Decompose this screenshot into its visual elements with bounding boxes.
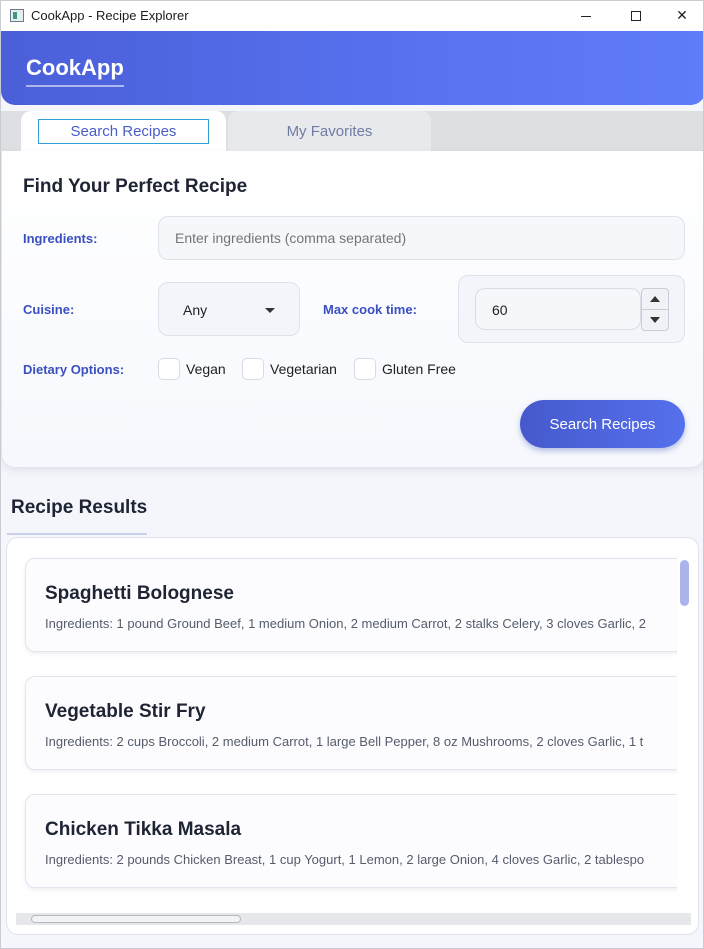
search-recipes-button[interactable]: Search Recipes	[520, 400, 685, 448]
max-cook-time-spinner: 60	[458, 275, 685, 343]
max-cook-time-label: Max cook time:	[323, 302, 417, 317]
ingredients-field[interactable]	[158, 216, 685, 260]
ingredients-input[interactable]	[175, 230, 665, 246]
cuisine-selected-value: Any	[183, 302, 208, 318]
max-cook-time-input[interactable]: 60	[475, 288, 641, 330]
recipe-ingredients: Ingredients: 2 pounds Chicken Breast, 1 …	[45, 852, 645, 867]
checkbox-box[interactable]	[158, 358, 180, 380]
minimize-button[interactable]	[563, 1, 609, 31]
increment-button[interactable]	[641, 288, 669, 310]
recipe-title: Vegetable Stir Fry	[45, 701, 206, 722]
checkbox-label: Vegan	[186, 361, 226, 377]
maximize-button[interactable]	[613, 1, 659, 31]
decrement-button[interactable]	[641, 309, 669, 331]
recipe-ingredients: Ingredients: 1 pound Ground Beef, 1 medi…	[45, 616, 646, 631]
cuisine-label: Cuisine:	[23, 302, 75, 317]
checkbox-gluten-free[interactable]: Gluten Free	[354, 358, 456, 380]
tab-search-recipes[interactable]: Search Recipes	[21, 111, 226, 151]
minimize-icon	[581, 15, 591, 17]
recipe-card[interactable]: Vegetable Stir Fry Ingredients: 2 cups B…	[25, 676, 677, 770]
checkbox-label: Vegetarian	[270, 361, 337, 377]
checkbox-label: Gluten Free	[382, 361, 456, 377]
arrow-down-icon	[650, 317, 660, 323]
dietary-options-label: Dietary Options:	[23, 362, 125, 377]
recipe-card[interactable]: Chicken Tikka Masala Ingredients: 2 poun…	[25, 794, 677, 888]
tab-bar: Search Recipes My Favorites	[1, 111, 703, 151]
arrow-up-icon	[650, 296, 660, 302]
max-cook-time-value: 60	[492, 302, 508, 318]
app-window: CookApp - Recipe Explorer ✕ CookApp Sear…	[0, 0, 704, 949]
vertical-scrollbar[interactable]	[678, 558, 690, 913]
search-panel: Find Your Perfect Recipe Ingredients: Cu…	[1, 151, 703, 468]
horizontal-scrollbar[interactable]	[16, 913, 691, 925]
tab-my-favorites[interactable]: My Favorites	[228, 111, 431, 151]
title-bar[interactable]: CookApp - Recipe Explorer ✕	[1, 1, 703, 31]
app-header: CookApp	[1, 31, 703, 105]
chevron-down-icon	[265, 308, 275, 313]
checkbox-vegetarian[interactable]: Vegetarian	[242, 358, 337, 380]
maximize-icon	[631, 11, 641, 21]
recipe-title: Spaghetti Bolognese	[45, 583, 234, 604]
recipe-card[interactable]: Spaghetti Bolognese Ingredients: 1 pound…	[25, 558, 677, 652]
close-button[interactable]: ✕	[659, 1, 703, 31]
search-heading: Find Your Perfect Recipe	[23, 176, 248, 197]
recipe-title: Chicken Tikka Masala	[45, 819, 242, 840]
results-viewport: Spaghetti Bolognese Ingredients: 1 pound…	[7, 538, 677, 913]
results-heading-underline	[7, 533, 147, 535]
results-list[interactable]: Spaghetti Bolognese Ingredients: 1 pound…	[6, 537, 699, 935]
recipe-ingredients: Ingredients: 2 cups Broccoli, 2 medium C…	[45, 734, 644, 749]
brand-logo: CookApp	[26, 55, 124, 87]
cuisine-dropdown[interactable]: Any	[158, 282, 300, 336]
window-title: CookApp - Recipe Explorer	[31, 8, 189, 23]
checkbox-box[interactable]	[354, 358, 376, 380]
vertical-scrollbar-thumb[interactable]	[680, 560, 689, 606]
results-heading: Recipe Results	[11, 497, 148, 518]
ingredients-label: Ingredients:	[23, 231, 98, 246]
checkbox-vegan[interactable]: Vegan	[158, 358, 226, 380]
horizontal-scrollbar-thumb[interactable]	[31, 915, 241, 923]
tab-search-recipes-label: Search Recipes	[38, 118, 209, 144]
close-icon: ✕	[676, 8, 688, 24]
app-icon	[10, 9, 24, 22]
checkbox-box[interactable]	[242, 358, 264, 380]
